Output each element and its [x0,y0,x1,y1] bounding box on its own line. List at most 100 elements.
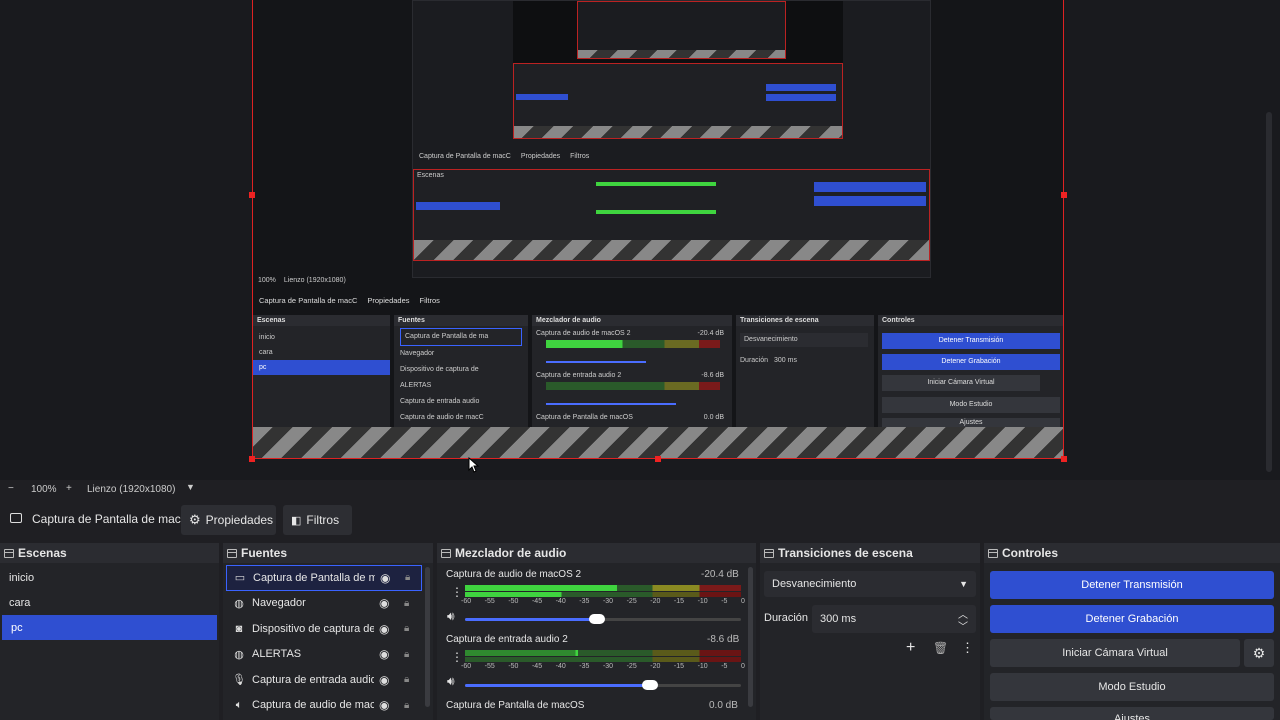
nested-source-name: Captura de Pantalla de macC [419,153,511,160]
filters-button[interactable]: ◧ Filtros [283,505,352,535]
lock-icon[interactable]: 🔒︎ [405,572,410,583]
nested-propbar: Captura de Pantalla de macC Propiedades … [419,153,589,160]
filter-icon: ◧ [291,514,302,527]
meter-tick: -20 [650,663,661,670]
sources-scrollbar[interactable] [425,567,430,707]
speaker-icon[interactable]: 🔊︎ [447,674,455,689]
transition-select-value: Desvanecimiento [772,578,857,590]
lock-icon[interactable]: 🔒︎ [404,598,409,609]
mini-stop-record: Detener Grabación [882,354,1060,370]
controls-header: Controles [984,543,1280,563]
lock-icon[interactable]: 🔒︎ [404,623,409,634]
virtual-camera-settings-button[interactable]: ⚙ [1244,639,1274,667]
resize-handle[interactable] [1061,192,1067,198]
zoom-out-button[interactable]: − [8,483,14,494]
speaker-icon[interactable]: 🔊︎ [447,609,455,624]
meter-tick: -45 [531,598,543,605]
properties-button[interactable]: ⚙ Propiedades [181,505,276,535]
source-label: Captura de audio de macC [252,699,374,712]
volume-slider[interactable] [465,684,741,687]
volume-slider-knob[interactable] [589,614,606,624]
mixer-channel-db: -8.6 dB [707,634,740,645]
eye-icon[interactable]: ◉ [380,571,390,585]
source-item[interactable]: ◍ ALERTAS ◉ 🔒︎ [226,642,422,668]
eye-icon[interactable]: ◉ [379,596,389,610]
resize-handle[interactable] [1061,456,1067,462]
settings-button[interactable]: Ajustes [990,707,1274,720]
lock-icon[interactable]: 🔒︎ [404,674,409,685]
mixer-dock: Mezclador de audio Captura de audio de m… [437,543,756,720]
nested-blue-button [766,84,836,91]
nested-capture-inner [513,1,843,63]
mini-source-item: Captura de audio de macC [400,414,484,421]
eye-icon[interactable]: ◉ [379,698,389,712]
mini-scenes-title: Escenas [253,315,390,326]
mini-sources-dock: Fuentes Captura de Pantalla de ma Navega… [394,315,528,427]
resize-handle[interactable] [249,456,255,462]
more-options-icon[interactable]: ⋮ [451,650,463,664]
meter-tick: -5 [721,598,728,605]
mixer-channel-db: 0.0 dB [709,700,738,711]
eye-icon[interactable]: ◉ [379,647,389,661]
mini-transitions-title: Transiciones de escena [736,315,874,326]
stop-recording-button[interactable]: Detener Grabación [990,605,1274,633]
scene-item-selected[interactable]: pc [2,615,217,640]
duration-spinbox[interactable]: 300 ms ︿ ﹀ [812,605,976,633]
monitor-icon: ▭ [234,572,246,585]
more-options-icon[interactable]: ⋮ [451,585,463,599]
preview-area[interactable]: Captura de Pantalla de macC Propiedades … [0,0,1280,491]
chevron-down-icon: ▼ [959,579,968,589]
scene-item[interactable]: inicio [0,565,219,590]
nested-props: Propiedades [520,153,561,160]
meter-tick: -25 [626,663,637,670]
transition-select[interactable]: Desvanecimiento ▼ [764,571,976,597]
chevron-down-icon[interactable]: ▼ [186,482,195,492]
meter-scale: -60 -55 -50 -45 -40 -35 -30 -25 -20 -15 … [461,598,745,605]
meter-tick: -15 [673,663,685,670]
dock-icon [441,548,451,558]
eye-icon[interactable]: ◉ [379,622,389,636]
nested-scenes-title: Escenas [417,172,444,179]
mixer-channel-name: Captura de Pantalla de macOS [446,700,585,711]
trash-icon[interactable]: 🗑︎ [933,641,948,655]
source-selection-box[interactable]: Captura de Pantalla de macC Propiedades … [252,0,1064,459]
selected-source-name: Captura de Pantalla de macC [32,512,190,526]
mixer-channel-name: Captura de audio de macOS 2 [446,569,582,580]
meter-tick: -30 [602,663,614,670]
source-item[interactable]: ▭ Captura de Pantalla de ma ◉ 🔒︎ [226,565,422,591]
start-virtual-camera-button[interactable]: Iniciar Cámara Virtual [990,639,1240,667]
mixer-header: Mezclador de audio [437,543,756,563]
mini-source-item: Captura de entrada audio [400,398,480,405]
globe-icon: ◍ [234,597,244,610]
studio-mode-button[interactable]: Modo Estudio [990,673,1274,701]
dock-icon [227,548,237,558]
lock-icon[interactable]: 🔒︎ [404,700,409,711]
meter-tick: -20 [650,598,661,605]
resize-handle[interactable] [249,192,255,198]
source-item[interactable]: 🎙︎ Captura de entrada audio ◉ 🔒︎ [226,667,422,693]
mixer-scrollbar[interactable] [748,567,753,707]
source-label: Navegador [252,597,306,610]
scene-item[interactable]: cara [0,590,219,615]
source-label: ALERTAS [252,648,302,661]
source-item[interactable]: 🔈︎ Captura de audio de macC ◉ 🔒︎ [226,693,422,719]
resize-handle[interactable] [655,456,661,462]
transitions-header: Transiciones de escena [760,543,980,563]
zoom-in-button[interactable]: + [66,483,72,494]
nested-docks: Escenas [413,169,930,261]
stop-streaming-button[interactable]: Detener Transmisión [990,571,1274,599]
zoom-bar: − 100% + Lienzo (1920x1080) ▼ [0,480,1280,498]
mini-meter [546,340,720,348]
source-item[interactable]: ◙ Dispositivo de captura de ◉ 🔒︎ [226,616,422,642]
source-item[interactable]: ◍ Navegador ◉ 🔒︎ [226,591,422,617]
more-options-icon[interactable]: ⋮ [961,640,974,656]
transitions-title: Transiciones de escena [778,546,913,560]
eye-icon[interactable]: ◉ [379,673,389,687]
volume-slider-knob[interactable] [641,680,658,690]
chevron-down-icon[interactable]: ﹀ [958,618,968,633]
preview-scrollbar-v[interactable] [1266,112,1272,472]
add-icon[interactable]: + [906,639,915,657]
lock-icon[interactable]: 🔒︎ [404,649,409,660]
properties-label: Propiedades [205,513,274,527]
audio-meter [465,585,741,591]
